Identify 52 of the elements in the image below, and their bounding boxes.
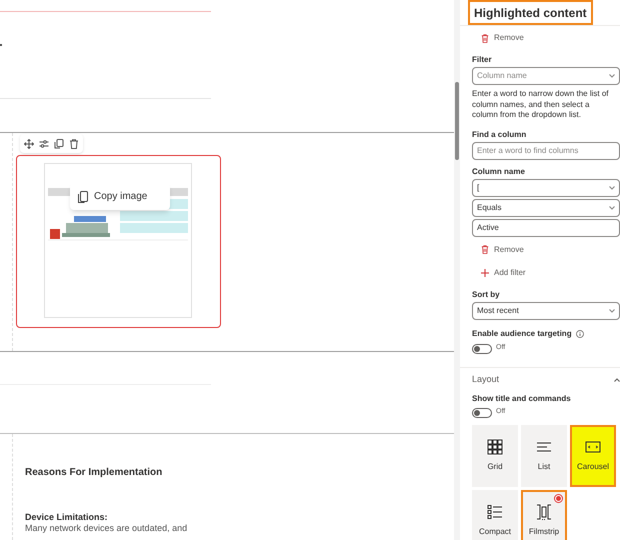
image-selection-frame[interactable] [16,155,221,328]
duplicate-icon[interactable] [54,138,64,148]
sliders-icon[interactable] [39,138,49,148]
field-label: Filter [472,54,493,66]
dropdown[interactable]: Equals [472,198,620,216]
layout-option[interactable]: Compact [472,490,518,540]
carousel-icon [585,438,601,454]
scrollbar[interactable] [454,0,460,540]
field-label: Sort by [472,288,501,300]
layout-option[interactable]: List [521,424,567,486]
copy-image-menu-item[interactable]: Copy image [70,183,170,210]
grid-icon [487,438,503,454]
section-heading: Reasons For Implementation [25,466,164,479]
help-text: Enter a word to narrow down the list of column names, and then select a column from the dropdown list. [472,89,610,120]
toggle-switch[interactable] [472,344,492,354]
toggle-label: Enable audience targeting [472,328,572,340]
body-text: Many network devices are outdated, and [25,523,188,533]
dropdown[interactable]: [ [472,178,620,196]
chevron-up-icon[interactable] [614,378,620,382]
toggle-label: Show title and commands [472,392,572,404]
compact-icon [487,504,503,520]
input-field[interactable]: Active [472,218,620,236]
trash-icon [481,245,489,254]
chevron-down-icon[interactable] [609,206,615,210]
move-icon[interactable] [24,138,34,148]
dropdown[interactable]: Most recent [472,302,620,320]
radio-selected-indicator [554,494,563,502]
plus-icon [481,268,489,276]
section-title: Layout [472,372,500,386]
layout-option[interactable]: Grid [472,424,518,486]
field-label: Find a column [472,128,528,140]
remove-button[interactable]: Remove [472,27,524,49]
panel-title: Highlighted content [468,0,593,25]
chevron-down-icon[interactable] [609,186,615,190]
copy-icon [78,190,88,202]
scrollbar-thumb[interactable] [455,82,459,160]
trash-icon [481,34,489,42]
field-label: Column name [472,166,526,178]
filmstrip-icon [536,504,552,520]
chevron-down-icon[interactable] [609,74,615,78]
add-filter-button[interactable]: Add filter [472,262,526,284]
dropdown[interactable]: Column name [472,67,620,85]
subheading: Device Limitations: [25,512,109,523]
info-icon[interactable] [576,330,584,338]
remove-button[interactable]: Remove [472,238,524,260]
dot-mark [0,44,2,46]
layout-option[interactable]: Carousel [570,424,616,486]
layout-option[interactable]: Filmstrip [521,490,567,540]
chevron-down-icon[interactable] [609,308,615,312]
toggle-switch[interactable] [472,408,492,418]
input-field[interactable]: Enter a word to find columns [472,142,620,160]
trash-icon[interactable] [69,138,79,148]
